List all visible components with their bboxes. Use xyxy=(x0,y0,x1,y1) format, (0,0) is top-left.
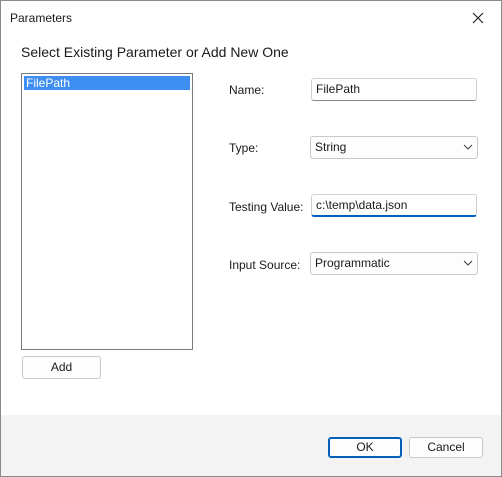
close-icon xyxy=(472,12,484,24)
type-label: Type: xyxy=(229,141,259,155)
instruction-text: Select Existing Parameter or Add New One xyxy=(21,44,289,60)
dialog-body: Select Existing Parameter or Add New One… xyxy=(1,35,501,415)
input-source-label: Input Source: xyxy=(229,258,301,272)
title-bar: Parameters xyxy=(1,1,501,35)
ok-button[interactable]: OK xyxy=(328,437,402,458)
parameter-list[interactable]: FilePath xyxy=(21,73,193,350)
add-button[interactable]: Add xyxy=(22,356,101,379)
testing-value-field[interactable]: c:\temp\data.json xyxy=(311,194,477,217)
parameters-dialog: Parameters Select Existing Parameter or … xyxy=(0,0,502,477)
chevron-down-icon xyxy=(463,260,473,266)
input-source-dropdown-value: Programmatic xyxy=(315,256,390,270)
type-dropdown[interactable]: String xyxy=(310,136,478,159)
list-item[interactable]: FilePath xyxy=(24,76,190,90)
name-field[interactable]: FilePath xyxy=(311,78,477,101)
dialog-footer: OK Cancel xyxy=(1,415,501,476)
input-source-dropdown[interactable]: Programmatic xyxy=(310,252,478,275)
chevron-down-icon xyxy=(463,144,473,150)
name-label: Name: xyxy=(229,83,265,97)
cancel-button[interactable]: Cancel xyxy=(409,437,483,458)
testing-value-label: Testing Value: xyxy=(229,200,304,214)
close-button[interactable] xyxy=(455,1,501,35)
window-title: Parameters xyxy=(10,11,73,25)
type-dropdown-value: String xyxy=(315,140,347,154)
